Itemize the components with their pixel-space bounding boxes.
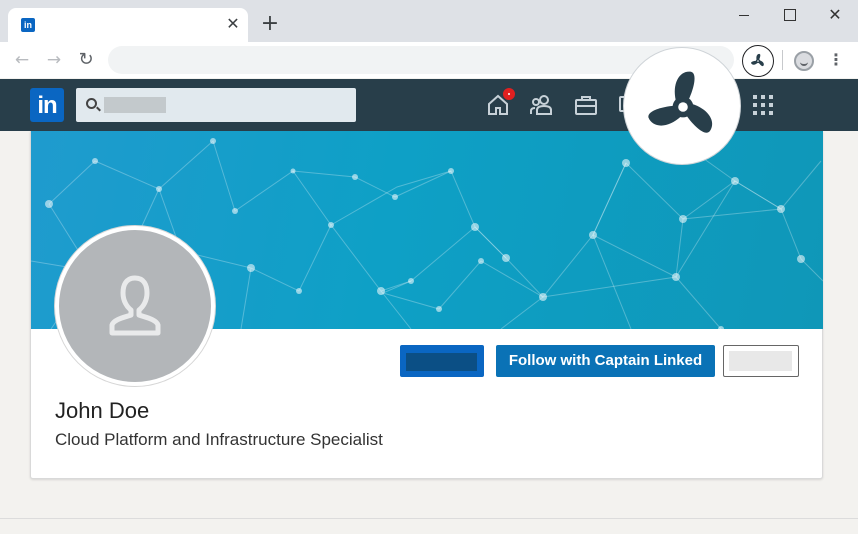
forward-button[interactable]: → [42, 48, 66, 72]
linkedin-favicon-icon: in [21, 18, 35, 32]
window-maximize-button[interactable] [774, 4, 804, 26]
profile-headline: Cloud Platform and Infrastructure Specia… [55, 430, 383, 449]
search-input[interactable] [76, 88, 356, 122]
network-icon [530, 95, 552, 115]
captain-linked-extension-button[interactable] [742, 45, 774, 77]
apps-grid-icon[interactable] [753, 95, 773, 115]
nav-my-network[interactable] [529, 93, 553, 117]
profile-name: John Doe [55, 398, 150, 423]
nav-home[interactable] [486, 87, 516, 117]
profile-avatar[interactable] [55, 226, 215, 386]
browser-tabstrip: in ✕ + ✕ [0, 0, 858, 42]
window-minimize-button[interactable] [729, 4, 759, 26]
more-button-label-placeholder [729, 351, 792, 371]
person-icon [109, 275, 161, 336]
toolbar-separator [782, 50, 783, 70]
jobs-icon [575, 96, 597, 115]
browser-profile-avatar[interactable] [794, 51, 814, 71]
back-button[interactable]: ← [10, 48, 34, 72]
search-icon [86, 98, 97, 109]
follow-captain-linked-button[interactable]: Follow with Captain Linked [496, 345, 715, 377]
section-divider [0, 518, 858, 519]
connect-button-label-placeholder [406, 353, 477, 371]
captain-linked-bubble[interactable] [623, 47, 741, 165]
profile-card: Follow with Captain Linked John Doe Clou… [30, 131, 823, 479]
reload-button[interactable]: ↻ [74, 48, 98, 72]
connect-button[interactable] [400, 345, 484, 377]
more-button[interactable] [723, 345, 799, 377]
window-close-button[interactable]: ✕ [820, 4, 850, 26]
propeller-icon [751, 53, 764, 67]
notification-badge [502, 87, 516, 101]
nav-jobs[interactable] [574, 93, 598, 117]
propeller-icon [648, 71, 713, 133]
search-placeholder-block [104, 97, 166, 113]
linkedin-logo[interactable]: in [30, 88, 64, 122]
new-tab-button[interactable]: + [258, 12, 282, 36]
browser-menu-button[interactable]: ⋮ [826, 48, 846, 72]
browser-tab[interactable]: in ✕ [8, 8, 248, 42]
tab-close-button[interactable]: ✕ [224, 15, 242, 33]
